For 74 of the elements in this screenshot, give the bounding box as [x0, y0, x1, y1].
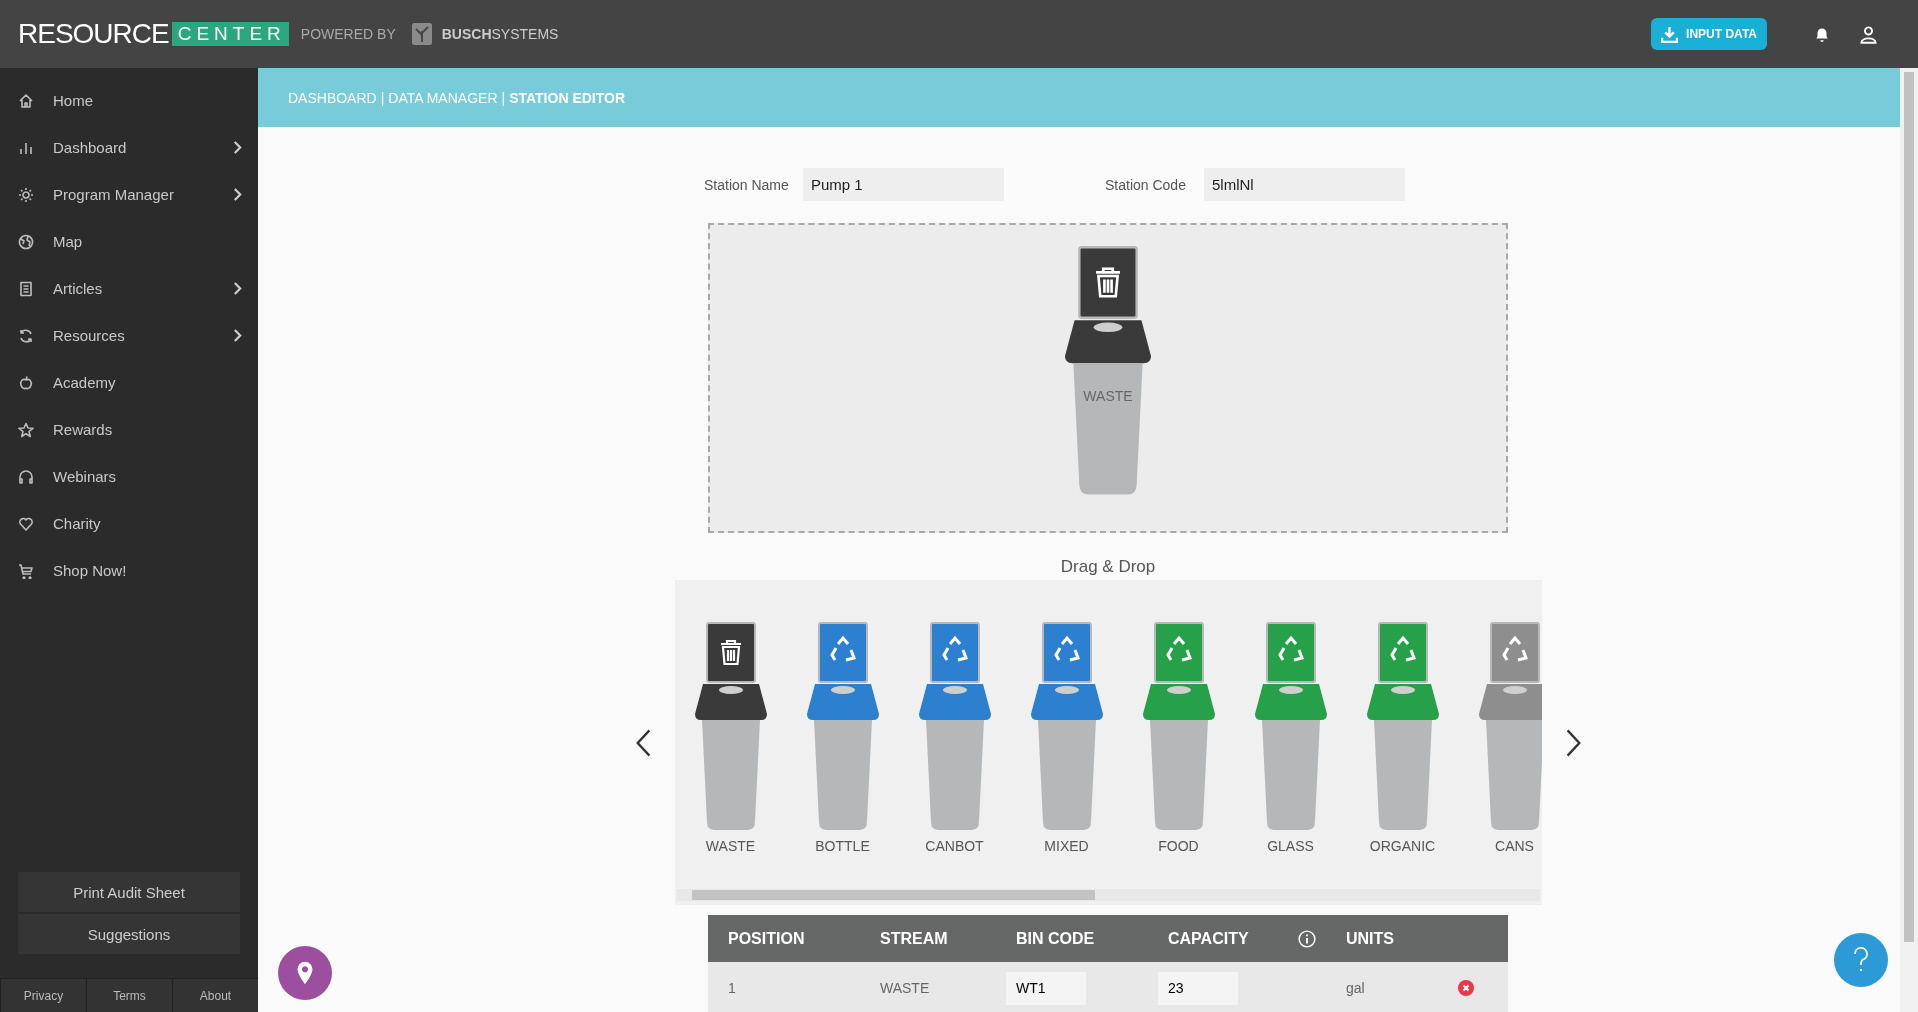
apple-icon [18, 374, 34, 391]
sidebar-item[interactable]: Map [0, 218, 258, 265]
globe-icon [18, 233, 34, 250]
bin-label: BOTTLE [815, 838, 870, 854]
settings-icon [18, 186, 34, 203]
tree-logo-icon [411, 23, 432, 45]
map-pin-button[interactable] [278, 946, 332, 1000]
sidebar-item[interactable]: Charity [0, 500, 258, 547]
station-code-input[interactable]: 5lmlNl [1204, 168, 1405, 201]
help-button[interactable] [1834, 933, 1888, 987]
powered-by-text: POWERED BY [300, 26, 396, 42]
column-header: STREAM [880, 929, 949, 948]
horizontal-scrollbar[interactable] [676, 889, 1540, 901]
sidebar-item[interactable]: Resources [0, 312, 258, 359]
sidebar-item[interactable]: Articles [0, 265, 258, 312]
station-name-input[interactable]: Pump 1 [803, 168, 1004, 201]
field-label: Station Name [704, 176, 790, 193]
sidebar-item[interactable]: Academy [0, 359, 258, 406]
user-icon[interactable] [1859, 24, 1878, 44]
table-cell-text: WASTE [880, 980, 931, 996]
star-icon [18, 421, 34, 438]
column-header: UNITS [1346, 929, 1395, 948]
footer-link[interactable]: About [172, 979, 258, 1012]
capacity-input[interactable]: 23 [1158, 971, 1238, 1005]
chevron-right-icon [233, 140, 242, 155]
bin-label: WASTE [1082, 388, 1134, 404]
bin-label: WASTE [705, 838, 756, 854]
column-header: BIN CODE [1016, 929, 1096, 948]
headphones-icon [18, 468, 34, 485]
sidebar-item[interactable]: Program Manager [0, 171, 258, 218]
table-cell-text: gal [1346, 980, 1366, 996]
map-pin-icon [295, 960, 315, 986]
footer-link[interactable]: Privacy [0, 979, 86, 1012]
column-header: CAPACITY [1168, 929, 1250, 948]
breadcrumb-separator: | [380, 89, 385, 106]
bin-label: MIXED [1044, 838, 1089, 854]
sidebar-item[interactable]: Dashboard [0, 124, 258, 171]
bin-label: FOOD [1158, 838, 1199, 854]
breadcrumb-separator: | [501, 89, 506, 106]
document-icon [18, 280, 34, 297]
footer-link[interactable]: Terms [86, 979, 172, 1012]
chevron-left-icon[interactable] [634, 727, 653, 758]
chevron-right-icon [233, 187, 242, 202]
sidebar-button[interactable]: Print Audit Sheet [18, 872, 240, 912]
chevron-right-icon [233, 281, 242, 296]
bin-label: CANS [1495, 838, 1534, 854]
logo-accent: CENTER [171, 22, 289, 46]
bin-label: ORGANIC [1369, 838, 1436, 854]
sidebar-item[interactable]: Webinars [0, 453, 258, 500]
bin-drawing[interactable] [694, 622, 767, 832]
column-header: POSITION [728, 929, 806, 948]
notification-bell-icon[interactable] [1813, 25, 1831, 43]
bin-label: GLASS [1267, 838, 1314, 854]
remove-icon[interactable] [1458, 980, 1474, 996]
sidebar-item[interactable]: Shop Now! [0, 547, 258, 594]
refresh-icon [18, 327, 34, 344]
section-title: Drag & Drop [1059, 557, 1157, 577]
heart-icon [18, 515, 34, 532]
bin-code-input[interactable]: WT1 [1006, 971, 1086, 1005]
sidebar-item[interactable]: Rewards [0, 406, 258, 453]
info-icon[interactable] [1298, 929, 1316, 948]
sidebar-button[interactable]: Suggestions [18, 914, 240, 954]
cart-icon [18, 562, 34, 579]
vertical-scrollbar[interactable] [1900, 68, 1918, 1012]
bin-drawing[interactable] [1065, 246, 1151, 497]
chevron-right-icon [233, 328, 242, 343]
partner-name: BUSCHSYSTEMS [441, 26, 559, 42]
download-icon [1661, 25, 1679, 43]
home-icon [18, 92, 34, 109]
logo-text: RESOURCE [18, 18, 169, 50]
field-label: Station Code [1105, 176, 1187, 193]
sidebar-item[interactable]: Home [0, 77, 258, 124]
bin-label: CANBOT [925, 838, 984, 854]
table-cell-text: 1 [728, 980, 737, 996]
